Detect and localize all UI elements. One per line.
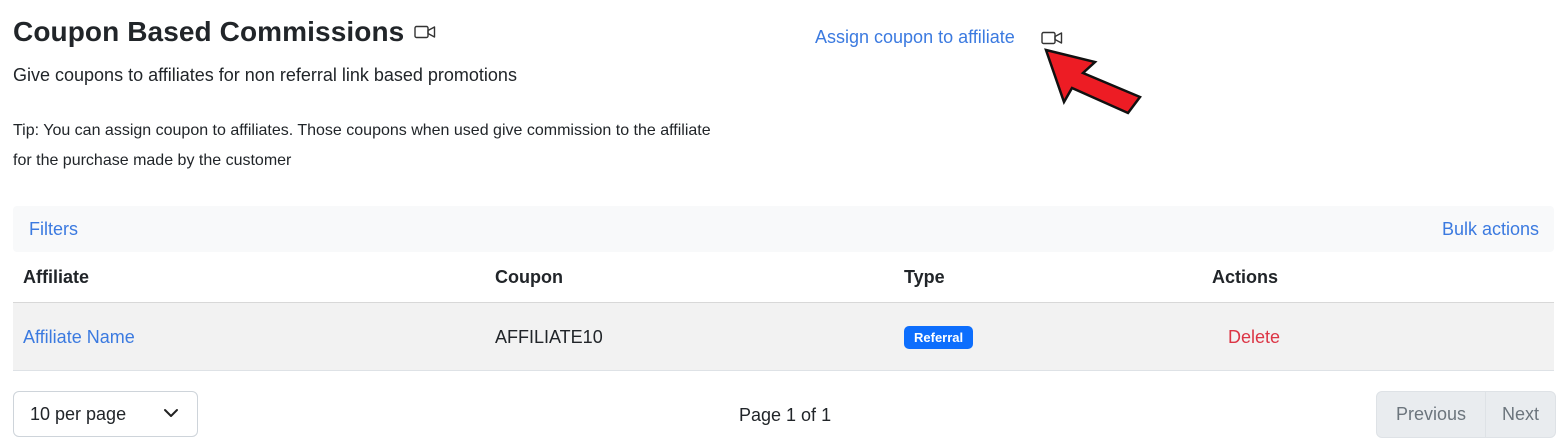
tip-text: Tip: You can assign coupon to affiliates… [13, 122, 711, 169]
column-header-type: Type [904, 267, 945, 287]
page-title: Coupon Based Commissions [13, 16, 405, 47]
affiliate-name-link[interactable]: Affiliate Name [23, 327, 135, 348]
pagination-controls: Previous Next [1376, 391, 1556, 438]
column-header-actions: Actions [1212, 267, 1279, 287]
column-header-affiliate: Affiliate [23, 267, 90, 287]
type-badge: Referral [904, 326, 974, 349]
bulk-actions-link[interactable]: Bulk actions [1442, 219, 1539, 240]
page-info: Page 1 of 1 [739, 405, 832, 425]
next-button[interactable]: Next [1486, 392, 1555, 437]
per-page-value: 10 per page [30, 403, 127, 424]
chevron-down-icon [164, 409, 178, 417]
coupon-code: AFFILIATE10 [495, 327, 603, 347]
column-header-coupon: Coupon [495, 267, 563, 287]
per-page-select[interactable]: 10 per page [13, 391, 198, 437]
table-header: Affiliate Coupon Type Actions [13, 254, 1554, 303]
assign-coupon-link[interactable]: Assign coupon to affiliate [815, 27, 1015, 48]
filters-link[interactable]: Filters [29, 219, 78, 240]
page-header: Coupon Based Commissions [13, 16, 436, 48]
page-subtitle: Give coupons to affiliates for non refer… [13, 65, 517, 85]
video-camera-icon[interactable] [414, 24, 436, 40]
red-arrow-annotation [1044, 48, 1142, 115]
table-row: Affiliate Name AFFILIATE10 Referral Dele… [13, 303, 1554, 371]
assign-coupon-group: Assign coupon to affiliate [815, 27, 1063, 48]
delete-link[interactable]: Delete [1228, 327, 1280, 348]
filter-bar: Filters Bulk actions [13, 206, 1554, 252]
previous-button[interactable]: Previous [1377, 392, 1486, 437]
